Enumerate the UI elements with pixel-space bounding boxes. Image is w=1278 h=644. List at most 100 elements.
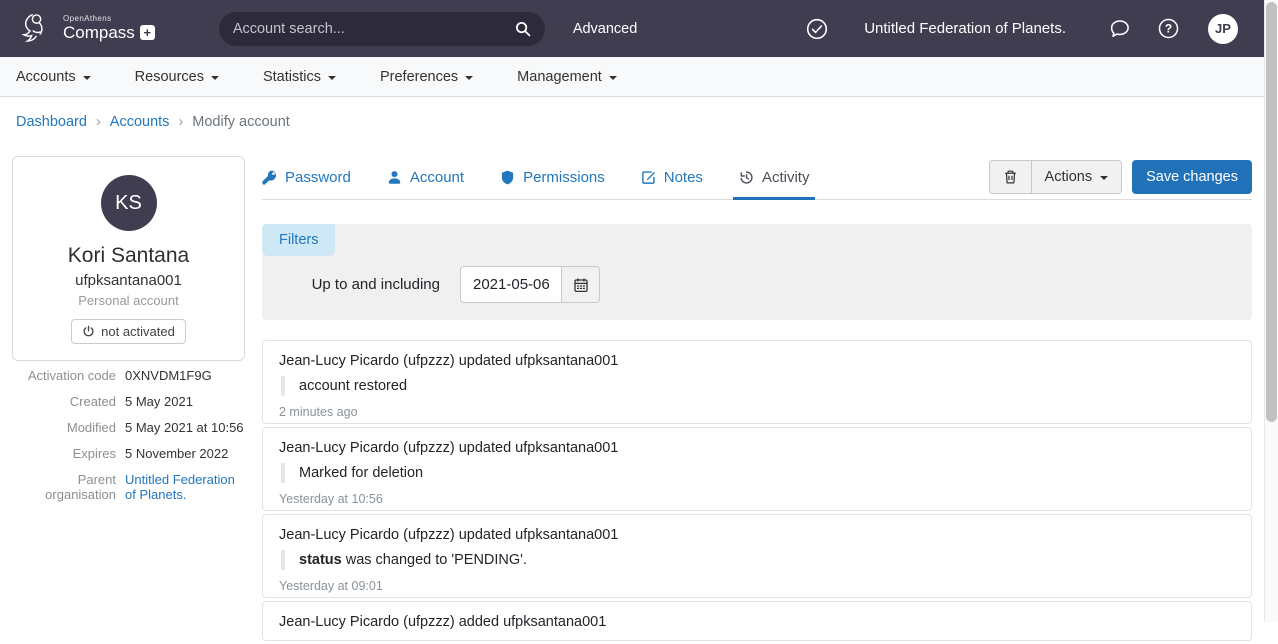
detail-value-activation-code: 0XNVDM1F9G: [125, 368, 245, 383]
detail-label: Expires: [12, 446, 116, 461]
activity-timestamp: Yesterday at 10:56: [279, 492, 1235, 506]
activity-item: Jean-Lucy Picardo (ufpzzz) updated ufpks…: [262, 514, 1252, 598]
breadcrumb-separator: ›: [178, 114, 183, 130]
actions-dropdown-button[interactable]: Actions: [1031, 160, 1123, 194]
save-changes-button[interactable]: Save changes: [1132, 160, 1252, 194]
history-icon: [739, 170, 754, 185]
menu-preferences-label: Preferences: [380, 69, 458, 85]
tab-permissions[interactable]: Permissions: [500, 156, 605, 199]
trash-icon: [1003, 169, 1018, 185]
activity-timestamp: 2 minutes ago: [279, 405, 1235, 419]
menu-management-label: Management: [517, 69, 602, 85]
pencil-square-icon: [641, 170, 656, 185]
profile-card: KS Kori Santana ufpksantana001 Personal …: [12, 156, 245, 361]
activity-title: Jean-Lucy Picardo (ufpzzz) updated ufpks…: [279, 527, 1235, 543]
breadcrumb-current: Modify account: [192, 114, 290, 130]
activity-title: Jean-Lucy Picardo (ufpzzz) updated ufpks…: [279, 440, 1235, 456]
activity-timestamp: Yesterday at 09:01: [279, 579, 1235, 593]
status-badge-label: not activated: [101, 324, 175, 339]
breadcrumb-accounts[interactable]: Accounts: [110, 114, 170, 130]
detail-value-expires: 5 November 2022: [125, 446, 245, 461]
chevron-down-icon: [83, 76, 91, 80]
detail-label: Parent organisation: [12, 472, 116, 502]
filters-tab[interactable]: Filters: [262, 224, 335, 256]
date-filter-label: Up to and including: [262, 276, 440, 293]
profile-account-type: Personal account: [23, 293, 234, 308]
account-tabs: Password Account Permissions: [262, 156, 1252, 200]
quote-bar: [281, 376, 285, 396]
scrollbar-thumb[interactable]: [1266, 2, 1277, 422]
activity-detail: account restored: [281, 376, 1235, 396]
activity-list: Jean-Lucy Picardo (ufpzzz) updated ufpks…: [262, 340, 1252, 641]
tab-activity-label: Activity: [762, 169, 810, 186]
activity-detail-bold: status: [299, 552, 342, 568]
tab-notes-label: Notes: [664, 169, 703, 186]
check-circle-icon[interactable]: [806, 18, 828, 40]
activity-detail-text: account restored: [299, 378, 407, 394]
activity-detail-text: Marked for deletion: [299, 465, 423, 481]
breadcrumb-dashboard[interactable]: Dashboard: [16, 114, 87, 130]
brand-openathens-label: OpenAthens: [63, 15, 155, 23]
tab-password[interactable]: Password: [262, 156, 351, 199]
tab-account-label: Account: [410, 169, 464, 186]
detail-label: Modified: [12, 420, 116, 435]
date-input-group: [460, 266, 600, 303]
breadcrumb-separator: ›: [96, 114, 101, 130]
advanced-search-link[interactable]: Advanced: [573, 21, 638, 37]
parent-organisation-link[interactable]: Untitled Federation of Planets.: [125, 472, 235, 502]
activity-item: Jean-Lucy Picardo (ufpzzz) updated ufpks…: [262, 340, 1252, 424]
account-search-input[interactable]: [233, 21, 515, 37]
menu-statistics[interactable]: Statistics: [263, 69, 336, 85]
brand-compass-label: Compass: [63, 24, 135, 42]
person-icon: [387, 170, 402, 185]
tab-notes[interactable]: Notes: [641, 156, 703, 199]
user-avatar[interactable]: JP: [1208, 14, 1238, 44]
activity-title: Jean-Lucy Picardo (ufpzzz) updated ufpks…: [279, 353, 1235, 369]
menu-resources[interactable]: Resources: [135, 69, 219, 85]
calendar-icon: [573, 277, 589, 293]
tab-account[interactable]: Account: [387, 156, 464, 199]
actions-label: Actions: [1045, 169, 1093, 185]
delete-button[interactable]: [989, 160, 1031, 194]
key-icon: [262, 170, 277, 185]
date-input[interactable]: [460, 266, 562, 303]
power-icon: [82, 325, 95, 338]
chevron-down-icon: [211, 76, 219, 80]
activity-item: Jean-Lucy Picardo (ufpzzz) updated ufpks…: [262, 427, 1252, 511]
chevron-down-icon: [1100, 176, 1108, 180]
menu-resources-label: Resources: [135, 69, 204, 85]
menu-accounts-label: Accounts: [16, 69, 76, 85]
activity-item: Jean-Lucy Picardo (ufpzzz) added ufpksan…: [262, 601, 1252, 641]
chevron-down-icon: [465, 76, 473, 80]
main-menu: Accounts Resources Statistics Preference…: [0, 57, 1264, 97]
openathens-logo-icon: [20, 10, 54, 48]
menu-preferences[interactable]: Preferences: [380, 69, 473, 85]
menu-statistics-label: Statistics: [263, 69, 321, 85]
calendar-button[interactable]: [562, 266, 600, 303]
breadcrumb: Dashboard › Accounts › Modify account: [16, 114, 290, 130]
brand[interactable]: OpenAthens Compass +: [20, 10, 155, 48]
toolbar: Actions Save changes: [989, 160, 1252, 194]
detail-label: Created: [12, 394, 116, 409]
current-organisation-link[interactable]: Untitled Federation of Planets.: [864, 20, 1066, 37]
help-glyph: ?: [1165, 22, 1172, 36]
chat-icon[interactable]: [1108, 17, 1131, 40]
activity-detail: status was changed to 'PENDING'.: [281, 550, 1235, 570]
brand-plus-badge: +: [140, 25, 155, 40]
filters-panel: Filters Up to and including: [262, 224, 1252, 320]
activity-title: Jean-Lucy Picardo (ufpzzz) added ufpksan…: [279, 614, 1235, 630]
tab-activity[interactable]: Activity: [739, 156, 810, 199]
menu-management[interactable]: Management: [517, 69, 617, 85]
shield-icon: [500, 170, 515, 185]
detail-value-created: 5 May 2021: [125, 394, 245, 409]
help-icon[interactable]: ?: [1157, 17, 1180, 40]
profile-avatar: KS: [101, 175, 157, 231]
detail-value-modified: 5 May 2021 at 10:56: [125, 420, 245, 435]
profile-details: Activation code 0XNVDM1F9G Created 5 May…: [12, 368, 245, 502]
status-badge[interactable]: not activated: [71, 319, 186, 344]
menu-accounts[interactable]: Accounts: [16, 69, 91, 85]
profile-name: Kori Santana: [23, 244, 234, 268]
tab-permissions-label: Permissions: [523, 169, 605, 186]
search-icon[interactable]: [515, 21, 531, 37]
detail-label: Activation code: [12, 368, 116, 383]
